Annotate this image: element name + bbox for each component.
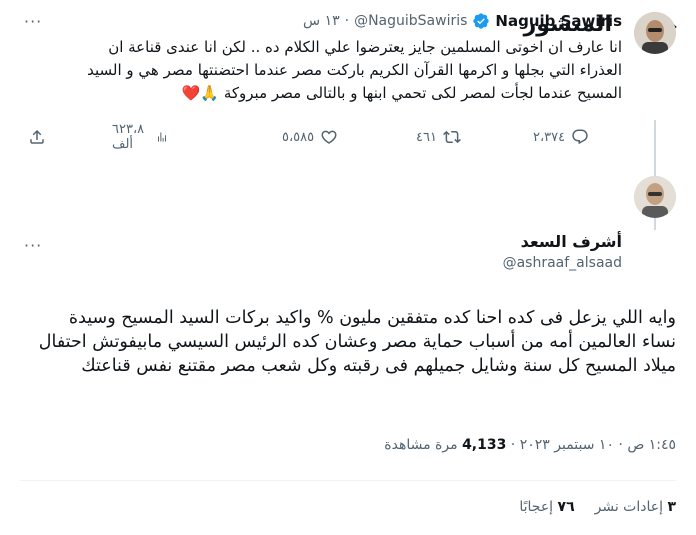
- tweet-stats: ٣ إعادات نشر ٧٦ إعجابًا: [519, 499, 676, 515]
- verified-badge-icon: [473, 13, 490, 29]
- tweet-time[interactable]: ١٣ س: [303, 13, 340, 29]
- retweet-icon: [443, 130, 461, 144]
- retweets-stat-count: ٣: [667, 499, 676, 515]
- avatar[interactable]: [634, 12, 676, 54]
- like-count: ٥،٥٨٥: [282, 129, 315, 145]
- retweet-count: ٤٦١: [416, 129, 437, 145]
- tweet-meta: ١:٤٥ ص · ١٠ سبتمبر ٢٠٢٣ · 4,133 مرة مشاه…: [384, 437, 676, 453]
- main-tweet-header: أشرف السعد @ashraaf_alsaad: [503, 232, 622, 271]
- likes-stat[interactable]: ٧٦ إعجابًا: [519, 499, 574, 515]
- user-handle[interactable]: @NaguibSawiris: [354, 13, 467, 29]
- parent-tweet-header: ١٣ س · @NaguibSawiris Naguib Sawiris: [303, 12, 622, 30]
- parent-tweet-text: انا عارف ان اخوتى المسلمين جايز يعترضوا …: [87, 38, 622, 102]
- tweet-time[interactable]: ١:٤٥ ص: [627, 437, 676, 453]
- views-count: 4,133: [462, 437, 507, 453]
- views-button[interactable]: ٦٢٣،٨ ألف: [112, 122, 168, 152]
- retweets-stat[interactable]: ٣ إعادات نشر: [595, 499, 676, 515]
- reply-button[interactable]: ٢،٣٧٤: [533, 128, 589, 146]
- reply-count: ٢،٣٧٤: [533, 129, 566, 145]
- views-label: مرة مشاهدة: [384, 437, 458, 453]
- tweet-date[interactable]: ١٠ سبتمبر ٢٠٢٣: [520, 437, 614, 453]
- retweet-button[interactable]: ٤٦١: [416, 128, 461, 146]
- divider: [20, 480, 676, 481]
- more-options-icon[interactable]: ···: [24, 236, 42, 255]
- avatar[interactable]: [634, 176, 676, 218]
- heart-icon: [321, 130, 337, 144]
- share-button[interactable]: [28, 128, 46, 146]
- likes-stat-label: إعجابًا: [519, 499, 554, 515]
- user-handle[interactable]: @ashraaf_alsaad: [503, 255, 622, 271]
- avatar-image: [634, 12, 676, 54]
- reply-icon: [572, 129, 588, 145]
- retweets-stat-label: إعادات نشر: [594, 499, 663, 515]
- user-name[interactable]: Naguib Sawiris: [495, 12, 622, 30]
- more-options-icon[interactable]: ···: [24, 12, 42, 31]
- user-name[interactable]: أشرف السعد: [503, 232, 622, 251]
- main-tweet-text: وايه اللي يزعل فى كده احنا كده متفقين مل…: [38, 308, 676, 376]
- like-button[interactable]: ٥،٥٨٥: [282, 128, 338, 146]
- share-icon: [30, 129, 44, 144]
- likes-stat-count: ٧٦: [557, 499, 575, 515]
- analytics-icon: [158, 132, 167, 142]
- avatar-image: [634, 176, 676, 218]
- views-count: ٦٢٣،٨ ألف: [112, 122, 145, 152]
